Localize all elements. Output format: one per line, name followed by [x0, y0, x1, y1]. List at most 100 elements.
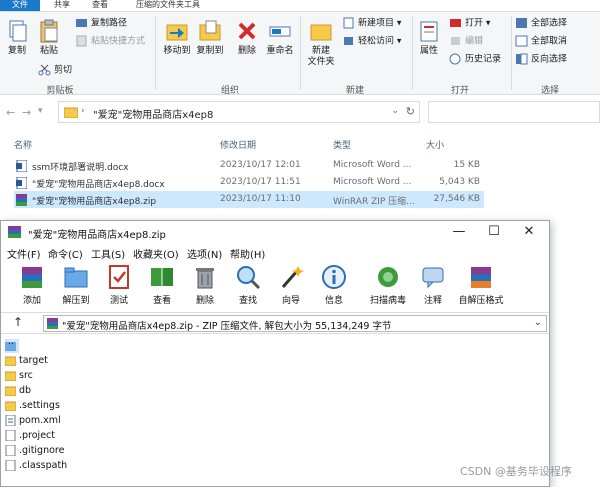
winrar-toolbar: 添加 解压到 测试 查看 删除 查找 向导 信息 扫描病毒 注释 自解压格式	[1, 260, 549, 308]
chevron-down-icon[interactable]: ⌄	[534, 317, 542, 328]
cut-button[interactable]: 剪切	[38, 64, 72, 77]
sfx-button[interactable]: 自解压格式	[453, 263, 509, 306]
organize-group-label: 组织	[220, 86, 239, 96]
list-item[interactable]: ..	[5, 336, 19, 353]
paste-button[interactable]: 粘贴	[35, 18, 63, 57]
tab-share[interactable]: 共享	[54, 0, 70, 11]
tab-view[interactable]: 查看	[92, 0, 108, 11]
easy-access-icon	[344, 37, 353, 45]
clipboard-group-label: 剪贴板	[46, 86, 74, 96]
select-none-button[interactable]: 全部取消	[515, 35, 567, 48]
move-folder-icon	[166, 24, 188, 41]
minimize-button[interactable]: —	[444, 223, 474, 241]
invert-icon	[516, 53, 528, 65]
properties-icon	[420, 21, 438, 42]
wizard-button[interactable]: 向导	[269, 263, 313, 306]
tab-compressed-tools[interactable]: 压缩的文件夹工具	[136, 0, 200, 11]
column-header-name[interactable]: 名称	[14, 138, 32, 151]
search-input[interactable]	[428, 101, 600, 123]
menu-help[interactable]: 帮助(H)	[230, 246, 265, 261]
scan-virus-button[interactable]: 扫描病毒	[361, 263, 415, 306]
menu-commands[interactable]: 命令(C)	[48, 246, 83, 261]
file-icon	[5, 460, 16, 471]
menu-options[interactable]: 选项(N)	[187, 246, 222, 261]
new-item-label: 新建项目	[358, 18, 395, 29]
comment-button[interactable]: 注释	[411, 263, 455, 306]
info-button[interactable]: 信息	[312, 263, 356, 306]
paste-shortcut-button[interactable]: 粘贴快捷方式	[75, 35, 145, 48]
easy-access-button[interactable]: 轻松访问 ▾	[342, 35, 401, 48]
history-button[interactable]: 历史记录	[449, 53, 501, 66]
file-row[interactable]: "爱宠"宠物用品商店x4ep8.docx 2023/10/17 11:51 Mi…	[14, 174, 484, 191]
test-button[interactable]: 测试	[97, 263, 141, 306]
address-bar[interactable]: › "爱宠"宠物用品商店x4ep8 ⌄ ↻	[58, 101, 420, 123]
virus-scan-icon	[378, 267, 398, 287]
address-bar-row: ← → ▾ › "爱宠"宠物用品商店x4ep8 ⌄ ↻	[0, 96, 600, 129]
delete-button[interactable]: 删除	[232, 18, 262, 57]
menu-favorites[interactable]: 收藏夹(O)	[133, 246, 179, 261]
file-icon	[5, 430, 16, 441]
rename-button[interactable]: 重命名	[262, 18, 298, 57]
tab-file[interactable]: 文件	[0, 0, 40, 11]
copy-path-button[interactable]: 复制路径	[75, 17, 127, 30]
copy-to-button[interactable]: 复制到	[193, 18, 227, 57]
select-none-label: 全部取消	[531, 36, 568, 47]
file-row-selected[interactable]: "爱宠"宠物用品商店x4ep8.zip 2023/10/17 11:10 Win…	[14, 191, 484, 208]
close-button[interactable]: ✕	[514, 223, 544, 241]
word-doc-icon	[16, 177, 27, 189]
copy-path-label: 复制路径	[91, 18, 128, 29]
up-arrow-icon[interactable]: ↑	[13, 315, 23, 329]
winrar-title: "爱宠"宠物用品商店x4ep8.zip	[28, 230, 166, 241]
item-name: .classpath	[19, 460, 68, 471]
refresh-icon[interactable]: ↻	[406, 105, 415, 118]
edit-button[interactable]: 编辑	[449, 35, 483, 48]
new-folder-label: 新建	[311, 46, 330, 56]
edit-label: 编辑	[465, 36, 484, 47]
move-to-label: 移动到	[163, 46, 191, 56]
sfx-archive-icon	[471, 267, 491, 288]
new-item-button[interactable]: 新建项目 ▾	[342, 17, 401, 30]
invert-selection-button[interactable]: 反向选择	[515, 53, 567, 66]
column-header-modified[interactable]: 修改日期	[220, 138, 256, 151]
file-row[interactable]: ssm环境部署说明.docx 2023/10/17 12:01 Microsof…	[14, 157, 484, 174]
properties-button[interactable]: 属性	[414, 18, 444, 57]
archive-path-field[interactable]: "爱宠"宠物用品商店x4ep8.zip - ZIP 压缩文件, 解包大小为 55…	[43, 315, 547, 332]
select-all-label: 全部选择	[531, 18, 568, 29]
winrar-archive-icon	[16, 194, 27, 206]
back-icon[interactable]: ←	[6, 106, 15, 119]
paste-icon	[40, 19, 58, 43]
column-header-size[interactable]: 大小	[426, 138, 444, 151]
folder-icon	[5, 386, 16, 396]
file-type: Microsoft Word ...	[333, 160, 412, 170]
file-modified: 2023/10/17 11:10	[220, 194, 301, 204]
scan-virus-label: 扫描病毒	[369, 296, 406, 306]
move-to-button[interactable]: 移动到	[160, 18, 194, 57]
history-icon	[449, 53, 461, 65]
column-header-type[interactable]: 类型	[333, 138, 351, 151]
item-name: .gitignore	[19, 445, 65, 456]
ribbon-divider	[511, 16, 512, 90]
extract-to-button[interactable]: 解压到	[54, 263, 98, 306]
wizard-label: 向导	[281, 296, 300, 306]
delete-archive-button[interactable]: 删除	[183, 263, 227, 306]
menu-tools[interactable]: 工具(S)	[91, 246, 125, 261]
maximize-button[interactable]: ☐	[479, 223, 509, 241]
item-name: .settings	[19, 400, 60, 411]
ribbon: 复制 粘贴 复制路径 粘贴快捷方式 剪切 剪贴板 移动到 复制到 删除 重命名 …	[0, 11, 600, 96]
menu-file[interactable]: 文件(F)	[7, 246, 41, 261]
recent-dropdown-icon[interactable]: ▾	[38, 106, 43, 116]
copy-button[interactable]: 复制	[3, 18, 31, 57]
select-all-button[interactable]: 全部选择	[515, 17, 567, 30]
add-button[interactable]: 添加	[10, 263, 54, 306]
file-type: Microsoft Word ...	[333, 177, 412, 187]
open-button[interactable]: 打开 ▾	[449, 17, 490, 30]
rename-icon	[269, 26, 291, 37]
forward-icon[interactable]: →	[22, 106, 31, 119]
find-button[interactable]: 查找	[226, 263, 270, 306]
chevron-down-icon[interactable]: ⌄	[391, 106, 399, 116]
delete-x-icon	[238, 22, 256, 40]
copy-to-label: 复制到	[196, 46, 224, 56]
new-folder-button[interactable]: 新建 文件夹	[303, 18, 339, 68]
select-none-icon	[515, 35, 528, 47]
view-button[interactable]: 查看	[140, 263, 184, 306]
